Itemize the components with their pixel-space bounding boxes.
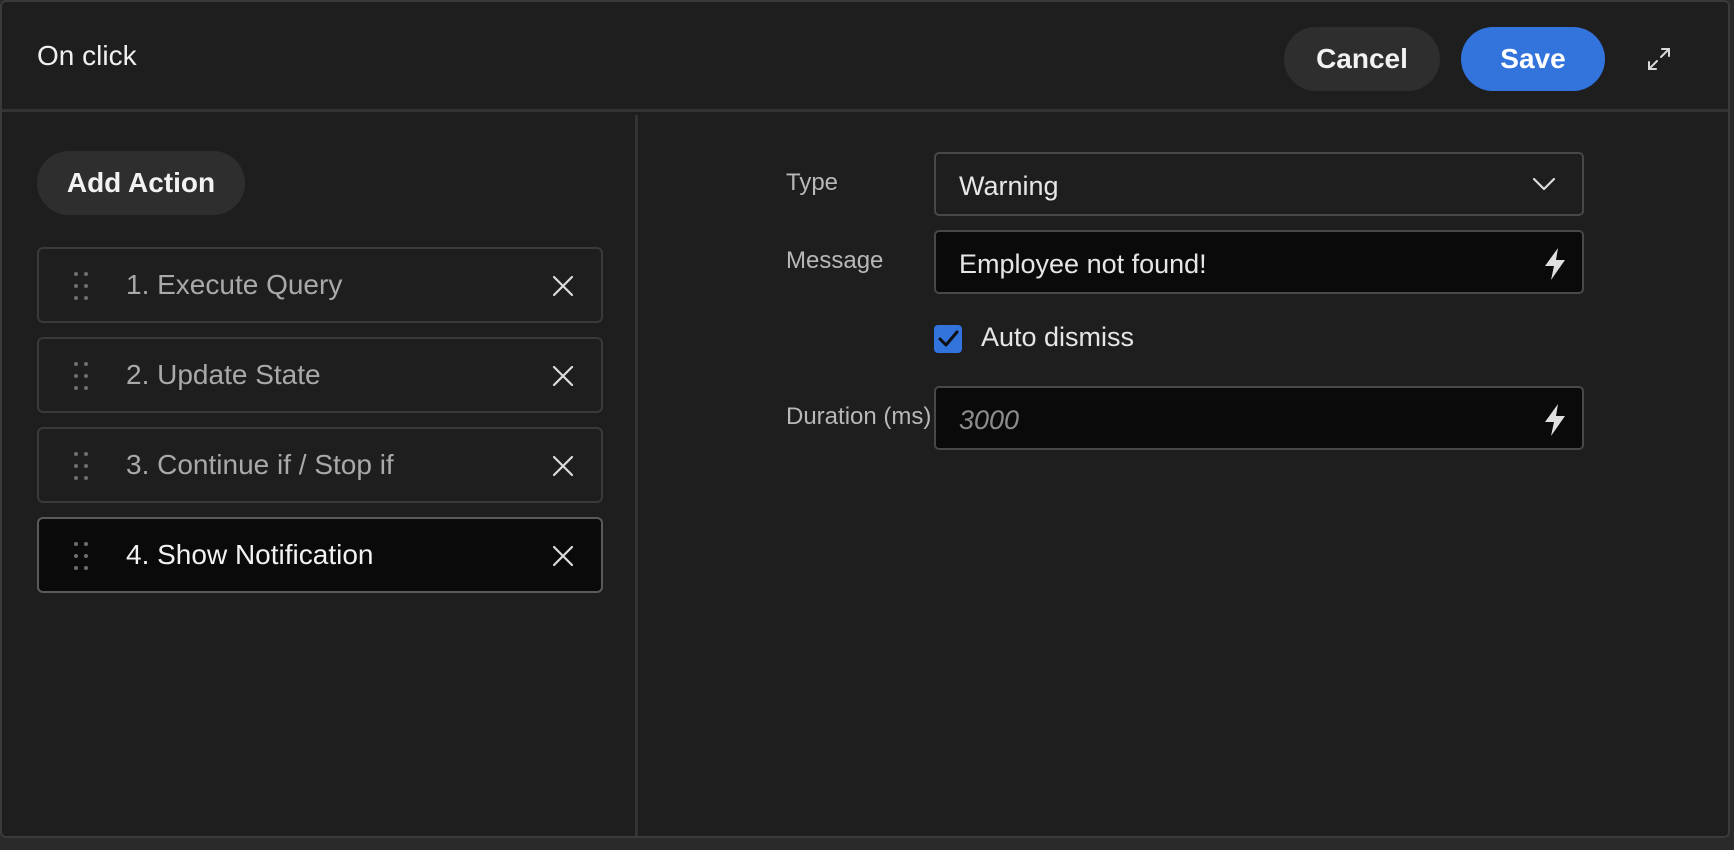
chevron-down-icon [1532,177,1556,191]
message-input[interactable]: Employee not found! [934,230,1584,294]
auto-dismiss-label: Auto dismiss [981,322,1135,352]
duration-input[interactable]: 3000 [934,386,1584,450]
action-item-update-state[interactable]: 2. Update State [37,337,603,413]
drag-handle-icon[interactable] [73,451,89,481]
close-icon[interactable] [552,545,574,567]
dialog-header: On click Cancel Save [2,2,1728,112]
add-action-button[interactable]: Add Action [37,151,245,215]
drag-handle-icon[interactable] [73,271,89,301]
checkmark-icon [938,330,959,347]
auto-dismiss-checkbox[interactable] [934,325,962,353]
drag-handle-icon[interactable] [73,361,89,391]
action-item-label: 3. Continue if / Stop if [126,449,394,480]
close-icon[interactable] [552,365,574,387]
type-select[interactable]: Warning [934,152,1584,216]
close-icon[interactable] [552,275,574,297]
lightning-icon[interactable] [1542,247,1568,281]
message-input-value: Employee not found! [959,249,1207,279]
dialog-title: On click [37,40,137,71]
expand-icon[interactable] [1646,46,1672,72]
duration-input-placeholder: 3000 [959,405,1020,435]
action-item-label: 4. Show Notification [126,539,374,570]
action-item-continue-stop-if[interactable]: 3. Continue if / Stop if [37,427,603,503]
duration-label: Duration (ms) [786,403,932,430]
type-select-value: Warning [959,171,1059,201]
action-editor-dialog: On click Cancel Save Add Action 1. Execu… [0,0,1730,838]
message-label: Message [786,247,884,274]
type-label: Type [786,169,839,196]
close-icon[interactable] [552,455,574,477]
cancel-button[interactable]: Cancel [1284,27,1440,91]
actions-panel: Add Action 1. Execute Query 2. Update St… [2,115,638,836]
action-item-label: 1. Execute Query [126,269,343,300]
action-item-label: 2. Update State [126,359,321,390]
lightning-icon[interactable] [1542,403,1568,437]
action-item-execute-query[interactable]: 1. Execute Query [37,247,603,323]
action-settings-panel: Type Warning Message Employee not found!… [641,115,1728,836]
action-item-show-notification[interactable]: 4. Show Notification [37,517,603,593]
drag-handle-icon[interactable] [73,541,89,571]
save-button[interactable]: Save [1461,27,1605,91]
